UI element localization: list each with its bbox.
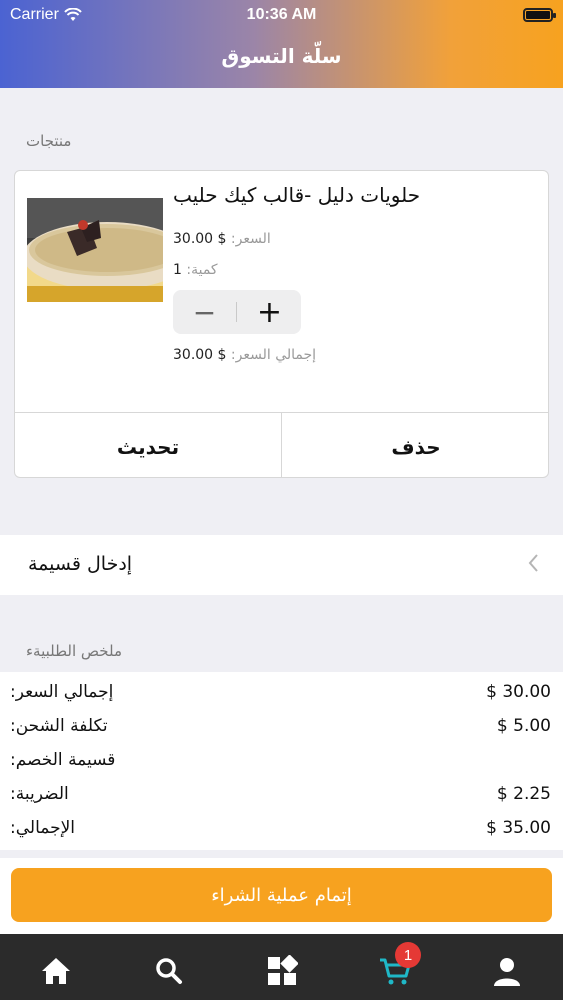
enter-coupon-label: إدخال قسيمة bbox=[28, 553, 133, 575]
product-total: إجمالي السعر: $ 30.00 bbox=[173, 347, 316, 363]
product-price: السعر: $ 30.00 bbox=[173, 231, 271, 247]
total-value: $ 30.00 bbox=[173, 347, 227, 363]
summary-row-shipping: تكلفة الشحن: $ 5.00 bbox=[0, 716, 563, 750]
card-actions: تحديث حذف bbox=[15, 412, 548, 477]
products-section-label: منتجات bbox=[26, 132, 72, 150]
cart-badge: 1 bbox=[395, 942, 421, 968]
summary-row-value: $ 30.00 bbox=[486, 682, 551, 702]
summary-row-value: $ 35.00 bbox=[486, 818, 551, 838]
chevron-left-icon bbox=[528, 554, 538, 572]
search-icon bbox=[156, 958, 182, 984]
enter-coupon-row[interactable]: إدخال قسيمة bbox=[0, 535, 563, 595]
tab-cart[interactable]: 1 bbox=[375, 942, 421, 988]
update-button[interactable]: تحديث bbox=[15, 413, 282, 477]
categories-icon bbox=[268, 955, 298, 985]
summary-row-coupon: قسيمة الخصم: bbox=[0, 750, 563, 784]
price-label: السعر: bbox=[230, 231, 271, 247]
battery-level bbox=[526, 11, 550, 19]
summary-row-label: الضريبة: bbox=[10, 784, 69, 804]
tab-categories[interactable] bbox=[262, 954, 302, 988]
product-quantity: كمية: 1 bbox=[173, 262, 218, 278]
quantity-stepper: − + bbox=[173, 290, 301, 334]
increase-quantity-button[interactable]: + bbox=[238, 290, 301, 334]
summary-row-subtotal: إجمالي السعر: $ 30.00 bbox=[0, 682, 563, 716]
home-icon bbox=[42, 958, 70, 984]
checkout-button[interactable]: إتمام عملية الشراء bbox=[11, 868, 552, 922]
order-summary-label: ملخص الطلبيةء bbox=[26, 642, 122, 660]
battery-icon bbox=[523, 8, 556, 22]
summary-row-label: تكلفة الشحن: bbox=[10, 716, 108, 736]
summary-row-label: الإجمالي: bbox=[10, 818, 76, 838]
tab-search[interactable] bbox=[149, 954, 189, 988]
summary-row-label: قسيمة الخصم: bbox=[10, 750, 116, 770]
tab-profile[interactable] bbox=[487, 954, 527, 988]
tab-bar: 1 bbox=[0, 934, 563, 1000]
total-label: إجمالي السعر: bbox=[230, 347, 317, 363]
stepper-divider bbox=[236, 302, 237, 322]
price-value: $ 30.00 bbox=[173, 231, 227, 247]
summary-row-tax: الضريبة: $ 2.25 bbox=[0, 784, 563, 818]
order-summary: إجمالي السعر: $ 30.00 تكلفة الشحن: $ 5.0… bbox=[0, 672, 563, 850]
product-name[interactable]: حلويات دليل -قالب كيك حليب bbox=[173, 183, 420, 207]
summary-row-total: الإجمالي: $ 35.00 bbox=[0, 818, 563, 852]
quantity-label: كمية: bbox=[186, 262, 218, 278]
summary-row-value: $ 2.25 bbox=[496, 784, 551, 804]
product-image[interactable] bbox=[27, 198, 163, 302]
status-bar: Carrier 10:36 AM bbox=[0, 0, 563, 30]
summary-row-value: $ 5.00 bbox=[496, 716, 551, 736]
profile-icon bbox=[494, 958, 520, 986]
page-title: سلّة التسوق bbox=[221, 44, 342, 68]
checkout-bar: إتمام عملية الشراء bbox=[0, 858, 563, 934]
tab-home[interactable] bbox=[36, 954, 76, 988]
decrease-quantity-button[interactable]: − bbox=[173, 290, 236, 334]
delete-button[interactable]: حذف bbox=[282, 413, 548, 477]
quantity-value: 1 bbox=[173, 262, 182, 278]
summary-row-label: إجمالي السعر: bbox=[10, 682, 114, 702]
status-time: 10:36 AM bbox=[246, 6, 317, 23]
cart-item-card: حلويات دليل -قالب كيك حليب السعر: $ 30.0… bbox=[14, 170, 549, 478]
cake-image bbox=[27, 198, 163, 302]
